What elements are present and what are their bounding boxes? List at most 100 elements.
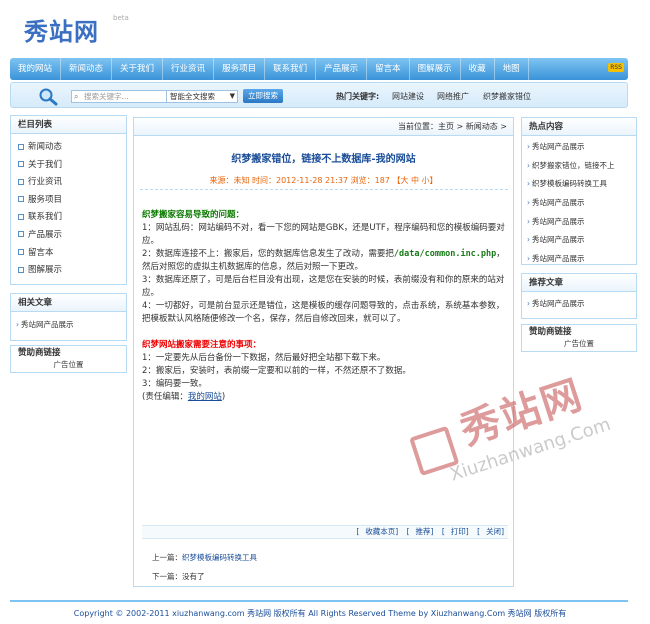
nav-item[interactable]: 图解展示	[410, 58, 461, 80]
sponsor-title-left: 赞助商链接	[11, 346, 126, 360]
nav-item[interactable]: 收藏	[461, 58, 495, 80]
hot-link-2[interactable]: 网络推广	[437, 91, 469, 102]
file-path: /data/common.inc.php	[393, 249, 497, 259]
close-button[interactable]: [关闭]	[477, 527, 504, 536]
chevron-down-icon: ▼	[229, 92, 235, 100]
arrow-icon: ›	[527, 254, 530, 264]
hot-item[interactable]: › 秀站网产品展示	[522, 250, 636, 269]
nav-item[interactable]: 地图	[495, 58, 529, 80]
category-label: 行业资讯	[28, 177, 63, 188]
logo-beta-label: beta	[113, 14, 129, 22]
hot-item[interactable]: › 秀站网产品展示	[522, 231, 636, 250]
hot-item-label: 秀站网产品展示	[532, 198, 585, 208]
category-item[interactable]: 留言本	[11, 245, 126, 263]
hot-item[interactable]: › 织梦搬家错位，链接不上	[522, 157, 636, 176]
arrow-icon: ›	[527, 299, 530, 308]
paragraph: 1：一定要先从后台备份一下数据，然后最好把全站都下载下来。	[142, 353, 386, 363]
footer-divider	[10, 600, 628, 602]
hot-link-3[interactable]: 织梦搬家错位	[483, 91, 531, 102]
sponsor-title-right: 赞助商链接	[522, 325, 636, 339]
category-item[interactable]: 新闻动态	[11, 139, 126, 157]
bookmark-button[interactable]: [收藏本页]	[356, 527, 398, 536]
category-item[interactable]: 关于我们	[11, 157, 126, 175]
next-label: 下一篇：	[152, 572, 182, 581]
nav-item[interactable]: 行业资讯	[163, 58, 215, 80]
category-label: 关于我们	[28, 159, 63, 170]
hot-content-box: 热点内容 › 秀站网产品展示 › 织梦搬家错位，链接不上 › 织梦模板编码转换工具 › 秀站网…	[521, 117, 637, 265]
editor-prefix: (责任编辑：	[142, 392, 188, 402]
category-label: 新闻动态	[28, 142, 63, 152]
arrow-icon: ›	[527, 235, 530, 245]
search-small-icon: ⌕	[74, 92, 79, 101]
related-title: 相关文章	[11, 294, 126, 312]
ad-placeholder-left[interactable]: 广告位置	[11, 360, 126, 370]
list-square-icon	[18, 178, 24, 185]
hot-item[interactable]: › 秀站网产品展示	[522, 138, 636, 157]
divider	[140, 189, 508, 190]
hot-item-label: 秀站网产品展示	[532, 142, 585, 151]
category-label: 服务项目	[28, 194, 63, 205]
editor-suffix: )	[221, 392, 226, 402]
arrow-icon: ›	[527, 160, 530, 170]
hot-item[interactable]: › 秀站网产品展示	[522, 194, 636, 213]
hot-item-label: 秀站网产品展示	[532, 235, 585, 245]
recommend-item[interactable]: › 秀站网产品展示	[522, 295, 636, 314]
hot-item[interactable]: › 织梦模板编码转换工具	[522, 175, 636, 194]
related-item[interactable]: › 秀站网产品展示	[11, 316, 126, 335]
nav-item[interactable]: 关于我们	[112, 58, 164, 80]
list-square-icon	[18, 231, 24, 238]
category-item[interactable]: 图解展示	[11, 262, 126, 280]
hot-content-title: 热点内容	[522, 118, 636, 136]
paragraph: 2：搬家后，安装时，表前缀一定要和以前的一样，不然还原不了数据。	[142, 366, 411, 376]
list-square-icon	[18, 161, 24, 168]
article-title: 织梦搬家错位，链接不上数据库-我的网站	[231, 154, 416, 165]
category-box: 栏目列表 新闻动态 关于我们 行业资讯 服务项目 联系我们 产品展示 留言本 图解展示	[10, 115, 127, 285]
category-item[interactable]: 行业资讯	[11, 174, 126, 192]
nav-item[interactable]: 我的网站	[10, 58, 62, 80]
category-item[interactable]: 服务项目	[11, 192, 126, 210]
nav-item[interactable]: 产品展示	[316, 58, 368, 80]
article-body: 织梦搬家容易导致的问题： 1：网站乱码：网站编码不对，看一下您的网站是GBK，还…	[142, 209, 508, 404]
nav-item[interactable]: 服务项目	[214, 58, 266, 80]
category-label: 联系我们	[28, 212, 63, 223]
paragraph: 3：编码要一致。	[142, 379, 207, 389]
breadcrumb[interactable]: 当前位置：主页 > 新闻动态 >	[134, 118, 513, 136]
prev-article-link[interactable]: 织梦模板编码转换工具	[182, 553, 257, 562]
paragraph-text: 2：数据库连接不上：搬家后，您的数据库信息发生了改动，需要把	[142, 249, 394, 259]
search-button[interactable]: 立即搜索	[243, 89, 283, 103]
arrow-icon: ›	[16, 320, 19, 329]
category-list: 新闻动态关于我们行业资讯服务项目联系我们产品展示 留言本 图解展示	[11, 134, 126, 280]
magnifier-icon	[39, 88, 58, 106]
nav-item[interactable]: 联系我们	[265, 58, 317, 80]
hot-item[interactable]: › 秀站网产品展示	[522, 213, 636, 232]
arrow-icon: ›	[527, 216, 530, 226]
print-button[interactable]: [打印]	[442, 527, 469, 536]
recommend-box: 推荐文章 › 秀站网产品展示	[521, 273, 637, 319]
category-item[interactable]: 联系我们	[11, 209, 126, 227]
related-item-label: 秀站网产品展示	[21, 320, 74, 329]
search-placeholder: 搜索关键字...	[84, 92, 129, 101]
site-logo[interactable]: 秀站网	[24, 12, 99, 47]
next-article: 下一篇：没有了	[152, 571, 205, 582]
recommend-button[interactable]: [推荐]	[407, 527, 434, 536]
nav-item[interactable]: 新闻动态	[61, 58, 113, 80]
main-nav: 我的网站 新闻动态 关于我们 行业资讯 服务项目 联系我们 产品展示 留言本 图解展示 收藏 地图 R…	[10, 58, 628, 80]
hot-link-1[interactable]: 网站建设	[392, 91, 424, 102]
article-panel: 当前位置：主页 > 新闻动态 > 织梦搬家错位，链接不上数据库-我的网站 来源：…	[133, 117, 514, 587]
nav-item[interactable]: 留言本	[367, 58, 410, 80]
ad-placeholder-right[interactable]: 广告位置	[522, 339, 636, 349]
next-article-text: 没有了	[182, 572, 205, 581]
rss-badge[interactable]: RSS	[608, 63, 624, 72]
category-item[interactable]: 产品展示	[11, 227, 126, 245]
sponsor-box-left: 赞助商链接 广告位置	[10, 345, 127, 373]
search-type-select[interactable]: 智能全文搜索 ▼	[166, 90, 238, 103]
list-square-icon	[18, 266, 24, 273]
article-tools: [收藏本页] [推荐] [打印] [关闭]	[142, 525, 508, 539]
list-square-icon	[18, 143, 24, 150]
editor-link[interactable]: 我的网站	[188, 392, 222, 402]
paragraph: 2：数据库连接不上：搬家后，您的数据库信息发生了改动，需要把/data/comm…	[142, 248, 508, 274]
hot-content-list: › 秀站网产品展示 › 织梦搬家错位，链接不上 › 织梦模板编码转换工具 › 秀站网产品展示 ›…	[522, 136, 636, 269]
hot-item-label: 织梦搬家错位，链接不上	[532, 160, 615, 170]
hot-keywords-label: 热门关键字:	[336, 92, 380, 101]
search-input[interactable]: ⌕ 搜索关键字...	[71, 90, 167, 103]
